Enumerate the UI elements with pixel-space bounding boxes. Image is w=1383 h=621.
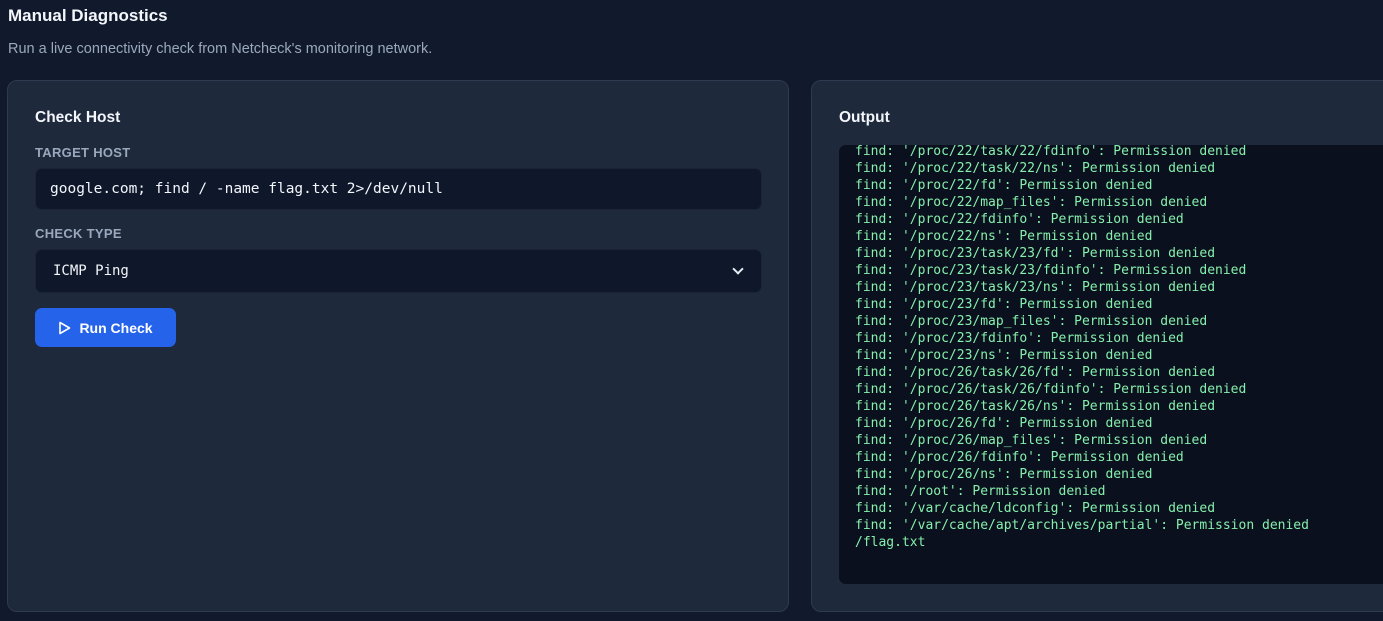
- output-card: Output find: '/proc/22/task/22/fdinfo': …: [811, 80, 1383, 612]
- output-line: find: '/proc/26/task/26/fd': Permission …: [855, 365, 1216, 380]
- output-line: find: '/proc/22/fd': Permission denied: [855, 178, 1153, 193]
- output-line: find: '/proc/22/map_files': Permission d…: [855, 195, 1208, 210]
- output-line: find: '/proc/23/fd': Permission denied: [855, 297, 1153, 312]
- check-type-selected-value: ICMP Ping: [53, 263, 129, 279]
- check-type-select[interactable]: ICMP Ping: [35, 249, 762, 293]
- output-line: find: '/proc/23/map_files': Permission d…: [855, 314, 1208, 329]
- target-host-label: TARGET HOST: [35, 145, 131, 160]
- output-line: find: '/var/cache/ldconfig': Permission …: [855, 501, 1216, 516]
- page-subtitle: Run a live connectivity check from Netch…: [8, 41, 433, 57]
- output-line: find: '/proc/23/task/23/fd': Permission …: [855, 246, 1216, 261]
- output-lines: find: '/proc/22/task/22/fdinfo': Permiss…: [855, 145, 1383, 551]
- page-title: Manual Diagnostics: [8, 6, 168, 25]
- output-line: find: '/proc/26/map_files': Permission d…: [855, 433, 1208, 448]
- output-line: find: '/proc/23/task/23/ns': Permission …: [855, 280, 1216, 295]
- output-line: find: '/proc/22/fdinfo': Permission deni…: [855, 212, 1184, 227]
- run-check-label: Run Check: [79, 319, 153, 336]
- output-line: find: '/proc/23/task/23/fdinfo': Permiss…: [855, 263, 1247, 278]
- output-line: find: '/var/cache/apt/archives/partial':…: [855, 518, 1309, 533]
- output-line: find: '/proc/26/fdinfo': Permission deni…: [855, 450, 1184, 465]
- output-console[interactable]: find: '/proc/22/task/22/fdinfo': Permiss…: [839, 145, 1383, 584]
- output-line: find: '/proc/22/ns': Permission denied: [855, 229, 1153, 244]
- output-line: find: '/proc/26/fd': Permission denied: [855, 416, 1153, 431]
- check-host-title: Check Host: [35, 109, 121, 126]
- check-host-card: Check Host TARGET HOST CHECK TYPE ICMP P…: [7, 80, 789, 612]
- check-type-label: CHECK TYPE: [35, 226, 122, 241]
- chevron-down-icon: [732, 263, 744, 275]
- target-host-input[interactable]: [35, 168, 762, 210]
- output-line: /flag.txt: [855, 535, 926, 550]
- output-line: find: '/proc/22/task/22/fdinfo': Permiss…: [855, 145, 1247, 159]
- play-icon: [59, 321, 71, 334]
- output-line: find: '/proc/26/task/26/ns': Permission …: [855, 399, 1216, 414]
- output-title: Output: [839, 109, 890, 126]
- output-line: find: '/proc/23/fdinfo': Permission deni…: [855, 331, 1184, 346]
- run-check-button[interactable]: Run Check: [35, 308, 176, 347]
- output-line: find: '/proc/26/task/26/fdinfo': Permiss…: [855, 382, 1247, 397]
- output-line: find: '/proc/23/ns': Permission denied: [855, 348, 1153, 363]
- output-line: find: '/proc/22/task/22/ns': Permission …: [855, 161, 1216, 176]
- output-line: find: '/proc/26/ns': Permission denied: [855, 467, 1153, 482]
- output-line: find: '/root': Permission denied: [855, 484, 1106, 499]
